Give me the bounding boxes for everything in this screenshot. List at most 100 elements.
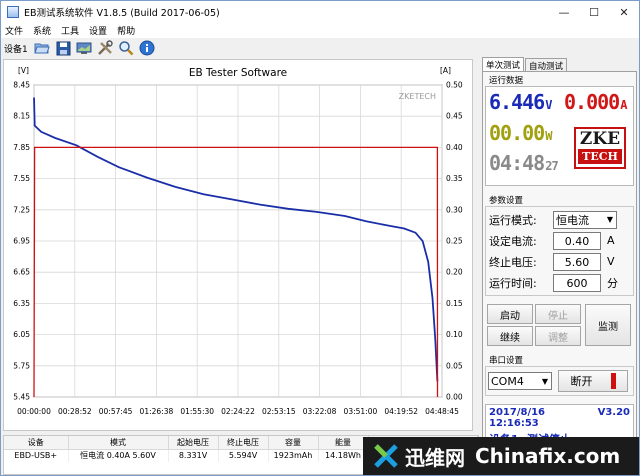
x-tick-label: 00:57:45 (99, 407, 133, 416)
x-tick-label: 04:48:45 (425, 407, 459, 416)
status-version: V3.20 (597, 407, 630, 418)
stop-button[interactable]: 停止 (535, 304, 581, 324)
x-tick-label: 02:24:22 (221, 407, 255, 416)
run-data-display: 6.446 V 0.000 A 00.00 W 04:48 27 ZKE TEC… (485, 86, 634, 186)
continue-button[interactable]: 继续 (487, 326, 533, 346)
zoom-icon[interactable] (118, 40, 135, 57)
y-right-tick-label: 0.45 (446, 112, 463, 121)
time-readout: 04:48 (489, 151, 545, 175)
x-tick-label: 03:51:00 (344, 407, 378, 416)
y-right-tick-label: 0.25 (446, 237, 463, 246)
menu-settings[interactable]: 设置 (85, 24, 113, 37)
y-right-tick-label: 0.20 (446, 268, 463, 277)
current-set-input[interactable]: 0.40 (553, 231, 601, 250)
x-tick-label: 01:55:30 (180, 407, 214, 416)
y-right-tick-label: 0.05 (446, 361, 463, 370)
y-left-tick-label: 6.05 (13, 330, 30, 339)
voltage-unit: V (545, 98, 552, 112)
watermark-en: Chinafix.com (475, 444, 621, 468)
zketech-logo: ZKE TECH (574, 127, 626, 169)
chart-panel: 8.45 0.50 8.15 0.45 7.85 0.40 7.55 0.35 7.25 0.30… (3, 59, 473, 431)
chinafix-logo-icon (374, 444, 398, 468)
col-energy: 能量 (318, 436, 369, 450)
tab-auto-test[interactable]: 自动测试 (525, 58, 568, 72)
y-left-tick-label: 8.15 (13, 112, 30, 121)
toolbar: 设备1 (1, 38, 475, 58)
y-left-tick-label: 6.95 (13, 237, 30, 246)
col-end-voltage: 终止电压 (218, 436, 269, 450)
menu-file[interactable]: 文件 (1, 24, 29, 37)
close-button[interactable]: ✕ (609, 1, 639, 23)
adjust-button[interactable]: 调整 (535, 326, 581, 346)
y-right-tick-label: 0.15 (446, 299, 463, 308)
y-left-tick-label: 6.65 (13, 268, 30, 277)
monitor-button[interactable]: 监测 (585, 304, 631, 346)
current-readout: 0.000 (564, 90, 620, 114)
y-right-tick-label: 0.00 (446, 393, 463, 402)
run-data-title: 运行数据 (489, 76, 524, 86)
app-window: EB测试系统软件 V1.8.5 (Build 2017-06-05) — ☐ ✕… (0, 0, 640, 476)
y-left-tick-label: 7.25 (13, 205, 30, 214)
y-left-tick-label: 5.45 (13, 393, 30, 402)
y-right-tick-label: 0.10 (446, 330, 463, 339)
menu-help[interactable]: 帮助 (113, 24, 141, 37)
monitor-icon[interactable] (76, 40, 93, 57)
minimize-button[interactable]: — (549, 1, 579, 23)
y-right-tick-label: 0.40 (446, 143, 463, 152)
current-set-unit: A (607, 234, 615, 247)
menu-system[interactable]: 系统 (29, 24, 57, 37)
tab-content: 运行数据 6.446 V 0.000 A 00.00 W 04:48 27 ZK… (482, 71, 637, 475)
serial-title: 串口设置 (489, 356, 524, 366)
device-label: 设备1 (4, 44, 28, 55)
x-tick-label: 03:22:08 (303, 407, 337, 416)
current-set-label: 设定电流: (489, 234, 537, 248)
params-group: 运行模式: 恒电流 ▼ 设定电流: 0.40 A 终止电压: 5.60 V 运行… (485, 206, 634, 296)
chevron-down-icon: ▼ (541, 376, 549, 386)
right-panel: 单次测试 自动测试 运行数据 6.446 V 0.000 A 00.00 W 0… (482, 57, 637, 475)
y-left-unit: [V] (18, 66, 29, 75)
menu-tools[interactable]: 工具 (57, 24, 85, 37)
x-tick-label: 01:26:38 (140, 407, 174, 416)
runtime-unit: 分 (607, 276, 618, 290)
x-tick-label: 04:19:52 (384, 407, 418, 416)
col-device: 设备 (4, 436, 69, 450)
y-left-tick-label: 7.55 (13, 174, 30, 183)
time-seconds: 27 (545, 159, 558, 173)
disconnect-button[interactable]: 断开 (558, 370, 628, 392)
chart-title: EB Tester Software (189, 67, 287, 79)
y-left-tick-label: 8.45 (13, 81, 30, 90)
runtime-label: 运行时间: (489, 276, 537, 290)
open-folder-icon[interactable] (34, 40, 51, 57)
title-bar: EB测试系统软件 V1.8.5 (Build 2017-06-05) — ☐ ✕ (1, 1, 639, 23)
power-readout: 00.00 (489, 121, 545, 145)
cutoff-label: 终止电压: (489, 255, 537, 269)
y-left-tick-label: 7.85 (13, 143, 30, 152)
power-unit: W (545, 129, 552, 143)
cutoff-unit: V (607, 255, 615, 268)
site-watermark: 迅维网 Chinafix.com (363, 437, 639, 475)
y-right-unit: [A] (440, 66, 451, 75)
info-icon[interactable] (139, 40, 156, 57)
save-icon[interactable] (55, 40, 72, 57)
control-buttons: 启动 停止 继续 调整 监测 (485, 302, 634, 352)
y-right-tick-label: 0.50 (446, 81, 463, 90)
mode-label: 运行模式: (489, 213, 537, 227)
start-button[interactable]: 启动 (487, 304, 533, 324)
cutoff-input[interactable]: 5.60 (553, 252, 601, 271)
serial-group: COM4 ▼ 断开 (485, 366, 634, 396)
y-left-tick-label: 5.75 (13, 361, 30, 370)
maximize-button[interactable]: ☐ (579, 1, 609, 23)
current-unit: A (620, 98, 627, 112)
runtime-input[interactable]: 600 (553, 273, 601, 292)
tab-single-test[interactable]: 单次测试 (482, 57, 525, 71)
tools-icon[interactable] (97, 40, 114, 57)
col-start-voltage: 起始电压 (168, 436, 219, 450)
y-right-tick-label: 0.35 (446, 174, 463, 183)
mode-select[interactable]: 恒电流 ▼ (553, 210, 617, 229)
port-select[interactable]: COM4 ▼ (488, 372, 552, 390)
menu-bar: 文件 系统 工具 设置 帮助 (1, 23, 639, 38)
window-title: EB测试系统软件 V1.8.5 (Build 2017-06-05) (24, 8, 220, 19)
voltage-current-chart: 8.45 0.50 8.15 0.45 7.85 0.40 7.55 0.35 7.25 0.30… (13, 66, 463, 416)
x-tick-label: 02:53:15 (262, 407, 296, 416)
watermark-cn: 迅维网 (405, 445, 465, 470)
